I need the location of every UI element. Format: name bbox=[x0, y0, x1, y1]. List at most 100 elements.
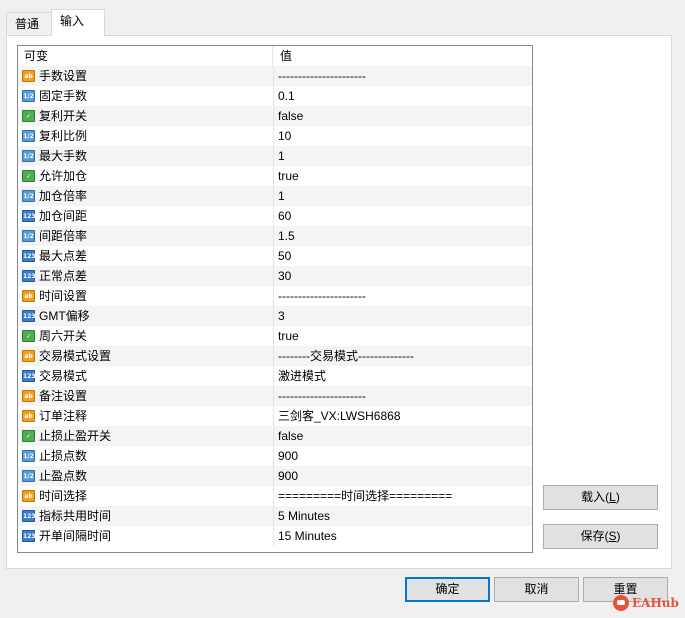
double-type-icon: 1/2 bbox=[22, 190, 35, 202]
parameter-value-cell[interactable]: 15 Minutes bbox=[274, 526, 532, 546]
integer-type-icon: 123 bbox=[22, 510, 36, 522]
grid-row[interactable]: 123 GMT偏移 3 bbox=[18, 306, 532, 326]
parameter-value-cell[interactable]: ---------------------- bbox=[274, 286, 532, 306]
parameter-value-cell[interactable]: 1 bbox=[274, 146, 532, 166]
grid-row[interactable]: 1/2 止损点数 900 bbox=[18, 446, 532, 466]
parameter-name-cell[interactable]: 1/2 复利比例 bbox=[18, 126, 274, 146]
parameter-value-cell[interactable]: 0.1 bbox=[274, 86, 532, 106]
double-type-icon: 1/2 bbox=[22, 130, 35, 142]
parameter-name-cell[interactable]: 1/2 止损点数 bbox=[18, 446, 274, 466]
grid-row[interactable]: 123 开单间隔时间 15 Minutes bbox=[18, 526, 532, 546]
parameter-value-cell[interactable]: ---------------------- bbox=[274, 386, 532, 406]
parameter-name: 加仓间距 bbox=[39, 209, 88, 223]
grid-row[interactable]: ab 备注设置 ---------------------- bbox=[18, 386, 532, 406]
parameter-value-cell[interactable]: 1.5 bbox=[274, 226, 532, 246]
parameter-name: 固定手数 bbox=[39, 89, 88, 103]
grid-row[interactable]: 123 指标共用时间 5 Minutes bbox=[18, 506, 532, 526]
grid-row[interactable]: 1/2 复利比例 10 bbox=[18, 126, 532, 146]
boolean-type-icon: ✓ bbox=[22, 330, 35, 342]
parameter-value-cell[interactable]: 三剑客_VX:LWSH6868 bbox=[274, 406, 532, 426]
parameter-value-cell[interactable]: 900 bbox=[274, 466, 532, 486]
parameter-value-cell[interactable]: ---------------------- bbox=[274, 66, 532, 86]
parameter-value-cell[interactable]: =========时间选择========= bbox=[274, 486, 532, 506]
parameter-name: GMT偏移 bbox=[39, 309, 90, 323]
grid-row[interactable]: ab 时间设置 ---------------------- bbox=[18, 286, 532, 306]
parameter-name-cell[interactable]: ✓ 复利开关 bbox=[18, 106, 274, 126]
parameter-name: 备注设置 bbox=[39, 389, 88, 403]
grid-row[interactable]: ✓ 复利开关 false bbox=[18, 106, 532, 126]
parameter-name-cell[interactable]: ✓ 止损止盈开关 bbox=[18, 426, 274, 446]
parameter-name-cell[interactable]: ab 订单注释 bbox=[18, 406, 274, 426]
double-type-icon: 1/2 bbox=[22, 90, 35, 102]
parameter-name-cell[interactable]: ab 手数设置 bbox=[18, 66, 274, 86]
grid-row[interactable]: 123 加仓间距 60 bbox=[18, 206, 532, 226]
boolean-type-icon: ✓ bbox=[22, 110, 35, 122]
string-type-icon: ab bbox=[22, 490, 35, 502]
save-button[interactable]: 保存(S) bbox=[543, 524, 658, 549]
parameter-name: 时间选择 bbox=[39, 489, 88, 503]
grid-row[interactable]: ab 订单注释 三剑客_VX:LWSH6868 bbox=[18, 406, 532, 426]
parameter-value-cell[interactable]: 50 bbox=[274, 246, 532, 266]
parameter-value-cell[interactable]: 900 bbox=[274, 446, 532, 466]
double-type-icon: 1/2 bbox=[22, 470, 35, 482]
cancel-button[interactable]: 取消 bbox=[494, 577, 579, 602]
parameter-value-cell[interactable]: true bbox=[274, 326, 532, 346]
parameter-value-cell[interactable]: false bbox=[274, 106, 532, 126]
parameter-name-cell[interactable]: 1/2 间距倍率 bbox=[18, 226, 274, 246]
grid-row[interactable]: 123 最大点差 50 bbox=[18, 246, 532, 266]
string-type-icon: ab bbox=[22, 290, 35, 302]
parameter-value-cell[interactable]: 10 bbox=[274, 126, 532, 146]
parameter-name-cell[interactable]: ab 时间设置 bbox=[18, 286, 274, 306]
parameter-name-cell[interactable]: 123 正常点差 bbox=[18, 266, 274, 286]
parameter-name: 开单间隔时间 bbox=[39, 529, 112, 543]
parameter-name-cell[interactable]: ab 交易模式设置 bbox=[18, 346, 274, 366]
parameter-name: 订单注释 bbox=[39, 409, 88, 423]
parameter-name-cell[interactable]: ab 备注设置 bbox=[18, 386, 274, 406]
parameter-name-cell[interactable]: ✓ 周六开关 bbox=[18, 326, 274, 346]
tab-general[interactable]: 普通 bbox=[6, 12, 52, 34]
parameter-name-cell[interactable]: ✓ 允许加仓 bbox=[18, 166, 274, 186]
load-button[interactable]: 载入(L) bbox=[543, 485, 658, 510]
parameter-value-cell[interactable]: 30 bbox=[274, 266, 532, 286]
grid-row[interactable]: 1/2 固定手数 0.1 bbox=[18, 86, 532, 106]
grid-row[interactable]: ab 交易模式设置 --------交易模式-------------- bbox=[18, 346, 532, 366]
column-header-value[interactable]: 值 bbox=[274, 46, 532, 66]
parameter-value-cell[interactable]: 5 Minutes bbox=[274, 506, 532, 526]
parameter-name-cell[interactable]: 123 最大点差 bbox=[18, 246, 274, 266]
parameter-name-cell[interactable]: 1/2 止盈点数 bbox=[18, 466, 274, 486]
parameter-name-cell[interactable]: 123 交易模式 bbox=[18, 366, 274, 386]
parameter-value-cell[interactable]: false bbox=[274, 426, 532, 446]
ok-button[interactable]: 确定 bbox=[405, 577, 490, 602]
grid-row[interactable]: 1/2 止盈点数 900 bbox=[18, 466, 532, 486]
parameter-name-cell[interactable]: 1/2 最大手数 bbox=[18, 146, 274, 166]
parameter-name-cell[interactable]: 123 GMT偏移 bbox=[18, 306, 274, 326]
grid-row[interactable]: 1/2 间距倍率 1.5 bbox=[18, 226, 532, 246]
grid-row[interactable]: ab 手数设置 ---------------------- bbox=[18, 66, 532, 86]
parameter-name-cell[interactable]: ab 时间选择 bbox=[18, 486, 274, 506]
parameter-value-cell[interactable]: true bbox=[274, 166, 532, 186]
grid-row[interactable]: 1/2 加仓倍率 1 bbox=[18, 186, 532, 206]
parameter-name-cell[interactable]: 1/2 加仓倍率 bbox=[18, 186, 274, 206]
grid-row[interactable]: ✓ 周六开关 true bbox=[18, 326, 532, 346]
column-header-name[interactable]: 可变 bbox=[18, 46, 273, 66]
parameter-name-cell[interactable]: 123 指标共用时间 bbox=[18, 506, 274, 526]
parameter-value-cell[interactable]: 1 bbox=[274, 186, 532, 206]
parameter-value-cell[interactable]: 60 bbox=[274, 206, 532, 226]
grid-row[interactable]: ✓ 允许加仓 true bbox=[18, 166, 532, 186]
grid-row[interactable]: ab 时间选择 =========时间选择========= bbox=[18, 486, 532, 506]
parameter-name-cell[interactable]: 123 加仓间距 bbox=[18, 206, 274, 226]
parameter-value-cell[interactable]: 3 bbox=[274, 306, 532, 326]
parameter-name: 最大点差 bbox=[39, 249, 88, 263]
grid-row[interactable]: ✓ 止损止盈开关 false bbox=[18, 426, 532, 446]
parameter-value-cell[interactable]: --------交易模式-------------- bbox=[274, 346, 532, 366]
parameter-name-cell[interactable]: 1/2 固定手数 bbox=[18, 86, 274, 106]
grid-row[interactable]: 1/2 最大手数 1 bbox=[18, 146, 532, 166]
string-type-icon: ab bbox=[22, 410, 35, 422]
parameter-name: 交易模式 bbox=[39, 369, 88, 383]
save-button-label: 保存( bbox=[580, 529, 609, 543]
tab-inputs[interactable]: 输入 bbox=[51, 9, 105, 36]
parameter-value-cell[interactable]: 激进模式 bbox=[274, 366, 532, 386]
grid-row[interactable]: 123 交易模式 激进模式 bbox=[18, 366, 532, 386]
grid-row[interactable]: 123 正常点差 30 bbox=[18, 266, 532, 286]
parameter-name-cell[interactable]: 123 开单间隔时间 bbox=[18, 526, 274, 546]
